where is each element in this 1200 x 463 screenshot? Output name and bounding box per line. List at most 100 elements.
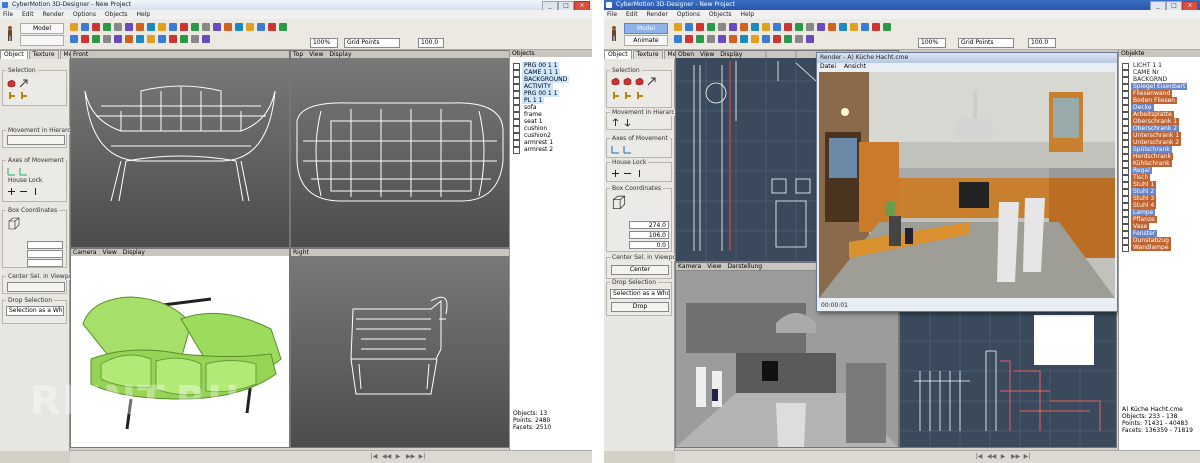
new-icon[interactable] (70, 35, 78, 43)
save-icon[interactable] (92, 23, 100, 31)
redo-icon[interactable] (125, 23, 133, 31)
tree-item[interactable]: Fenster (1121, 230, 1199, 238)
paste-icon[interactable] (147, 23, 155, 31)
rotate-icon[interactable] (817, 23, 825, 31)
cube-icon[interactable] (623, 77, 632, 86)
tree-item[interactable]: Oberschrank 1 (1121, 118, 1199, 126)
close-button[interactable]: × (574, 1, 590, 10)
tree-item[interactable]: Kühlschrank (1121, 160, 1199, 168)
tab-model[interactable]: Model (20, 23, 64, 34)
tree-item[interactable]: BACKGROUND (512, 76, 591, 84)
first-frame-icon[interactable]: |◀ (370, 453, 378, 460)
menu-edit[interactable]: Edit (22, 10, 34, 19)
minimize-button[interactable]: _ (542, 1, 558, 10)
cube-icon[interactable] (7, 79, 16, 88)
light-icon[interactable] (169, 35, 177, 43)
camera-icon[interactable] (180, 23, 188, 31)
copy-icon[interactable] (136, 35, 144, 43)
open-icon[interactable] (685, 35, 693, 43)
tree-item[interactable]: Tisch (1121, 174, 1199, 182)
material-icon[interactable] (191, 35, 199, 43)
menu-render[interactable]: Render (647, 10, 668, 19)
light-icon[interactable] (773, 23, 781, 31)
chair-icon[interactable] (7, 91, 16, 100)
group-icon[interactable] (850, 23, 858, 31)
hierarchy-slider[interactable] (7, 135, 65, 145)
vertical-arrows-icon[interactable] (31, 187, 40, 196)
light-icon[interactable] (773, 35, 781, 43)
undo-icon[interactable] (718, 35, 726, 43)
tree-item[interactable]: BACKGRND (1121, 76, 1199, 84)
tab-object[interactable]: Object (604, 50, 632, 59)
prev-frame-icon[interactable]: ◀◀ (987, 453, 996, 460)
tree-item[interactable]: Decke (1121, 104, 1199, 112)
menu-options[interactable]: Options (677, 10, 700, 19)
material-icon[interactable] (191, 23, 199, 31)
tree-item[interactable]: PRG 00 1 1 (512, 90, 591, 98)
tree-item[interactable]: Stuhl 3 (1121, 195, 1199, 203)
tree-item[interactable]: Herdschrank (1121, 153, 1199, 161)
prev-frame-icon[interactable]: ◀◀ (382, 453, 391, 460)
menu-options[interactable]: Options (73, 10, 96, 19)
tree-item[interactable]: Boden Fliesen (1121, 97, 1199, 105)
maximize-button[interactable]: □ (558, 1, 574, 10)
tree-item[interactable]: armrest 1 (512, 139, 591, 147)
paste-icon[interactable] (147, 35, 155, 43)
tree-item[interactable]: Lampe (1121, 209, 1199, 217)
new-icon[interactable] (674, 35, 682, 43)
hierarchy-up-icon[interactable] (611, 118, 620, 127)
select-icon[interactable] (235, 23, 243, 31)
tree-item[interactable]: ACTIVITY (512, 83, 591, 91)
print-icon[interactable] (103, 35, 111, 43)
material-icon[interactable] (795, 35, 803, 43)
copy-icon[interactable] (740, 23, 748, 31)
tab-texture[interactable]: Texture (632, 50, 663, 59)
group-icon[interactable] (246, 23, 254, 31)
hierarchy-down-icon[interactable] (623, 118, 632, 127)
cube-icon[interactable] (635, 77, 644, 86)
render-icon[interactable] (762, 23, 770, 31)
render-icon[interactable] (762, 35, 770, 43)
tree-item[interactable]: Stuhl 4 (1121, 202, 1199, 210)
grid-icon[interactable] (872, 23, 880, 31)
tree-item[interactable]: LICHT 1 1 (1121, 62, 1199, 70)
redo-icon[interactable] (729, 23, 737, 31)
rotate-icon[interactable] (213, 23, 221, 31)
axes-icon[interactable] (611, 145, 620, 154)
select-icon[interactable] (839, 23, 847, 31)
print-icon[interactable] (103, 23, 111, 31)
menu-file[interactable]: File (3, 10, 13, 19)
tab-animate[interactable] (20, 35, 64, 46)
first-frame-icon[interactable]: |◀ (975, 453, 983, 460)
coord-y-field[interactable] (27, 250, 63, 258)
print-icon[interactable] (707, 23, 715, 31)
play-icon[interactable]: ▶ (999, 453, 1007, 460)
chair-icon[interactable] (19, 91, 28, 100)
snap-icon[interactable] (279, 23, 287, 31)
arrow-icon[interactable] (19, 79, 28, 88)
tree-item[interactable]: Stuhl 2 (1121, 188, 1199, 196)
tree-item[interactable]: frame (512, 111, 591, 119)
render-menu-view[interactable]: Ansicht (844, 63, 866, 70)
minimize-button[interactable]: _ (1150, 1, 1166, 10)
camera-icon[interactable] (784, 35, 792, 43)
tree-item[interactable]: cushion (512, 125, 591, 133)
render-icon[interactable] (158, 35, 166, 43)
render-icon[interactable] (158, 23, 166, 31)
scale-icon[interactable] (202, 35, 210, 43)
move-icon[interactable] (7, 187, 16, 196)
horizontal-arrows-icon[interactable] (623, 169, 632, 178)
tab-object[interactable]: Object (0, 50, 28, 59)
scale-icon[interactable] (806, 35, 814, 43)
chair-icon[interactable] (635, 91, 644, 100)
last-frame-icon[interactable]: ▶| (418, 453, 426, 460)
tree-item[interactable]: Dunstabzug (1121, 237, 1199, 245)
coord-z-field[interactable] (27, 259, 63, 267)
chair-icon[interactable] (611, 91, 620, 100)
menu-help[interactable]: Help (136, 10, 150, 19)
redo-icon[interactable] (125, 35, 133, 43)
menu-file[interactable]: File (607, 10, 617, 19)
tree-item[interactable]: sofa (512, 104, 591, 112)
maximize-button[interactable]: □ (1166, 1, 1182, 10)
tree-item[interactable]: Vase (1121, 223, 1199, 231)
